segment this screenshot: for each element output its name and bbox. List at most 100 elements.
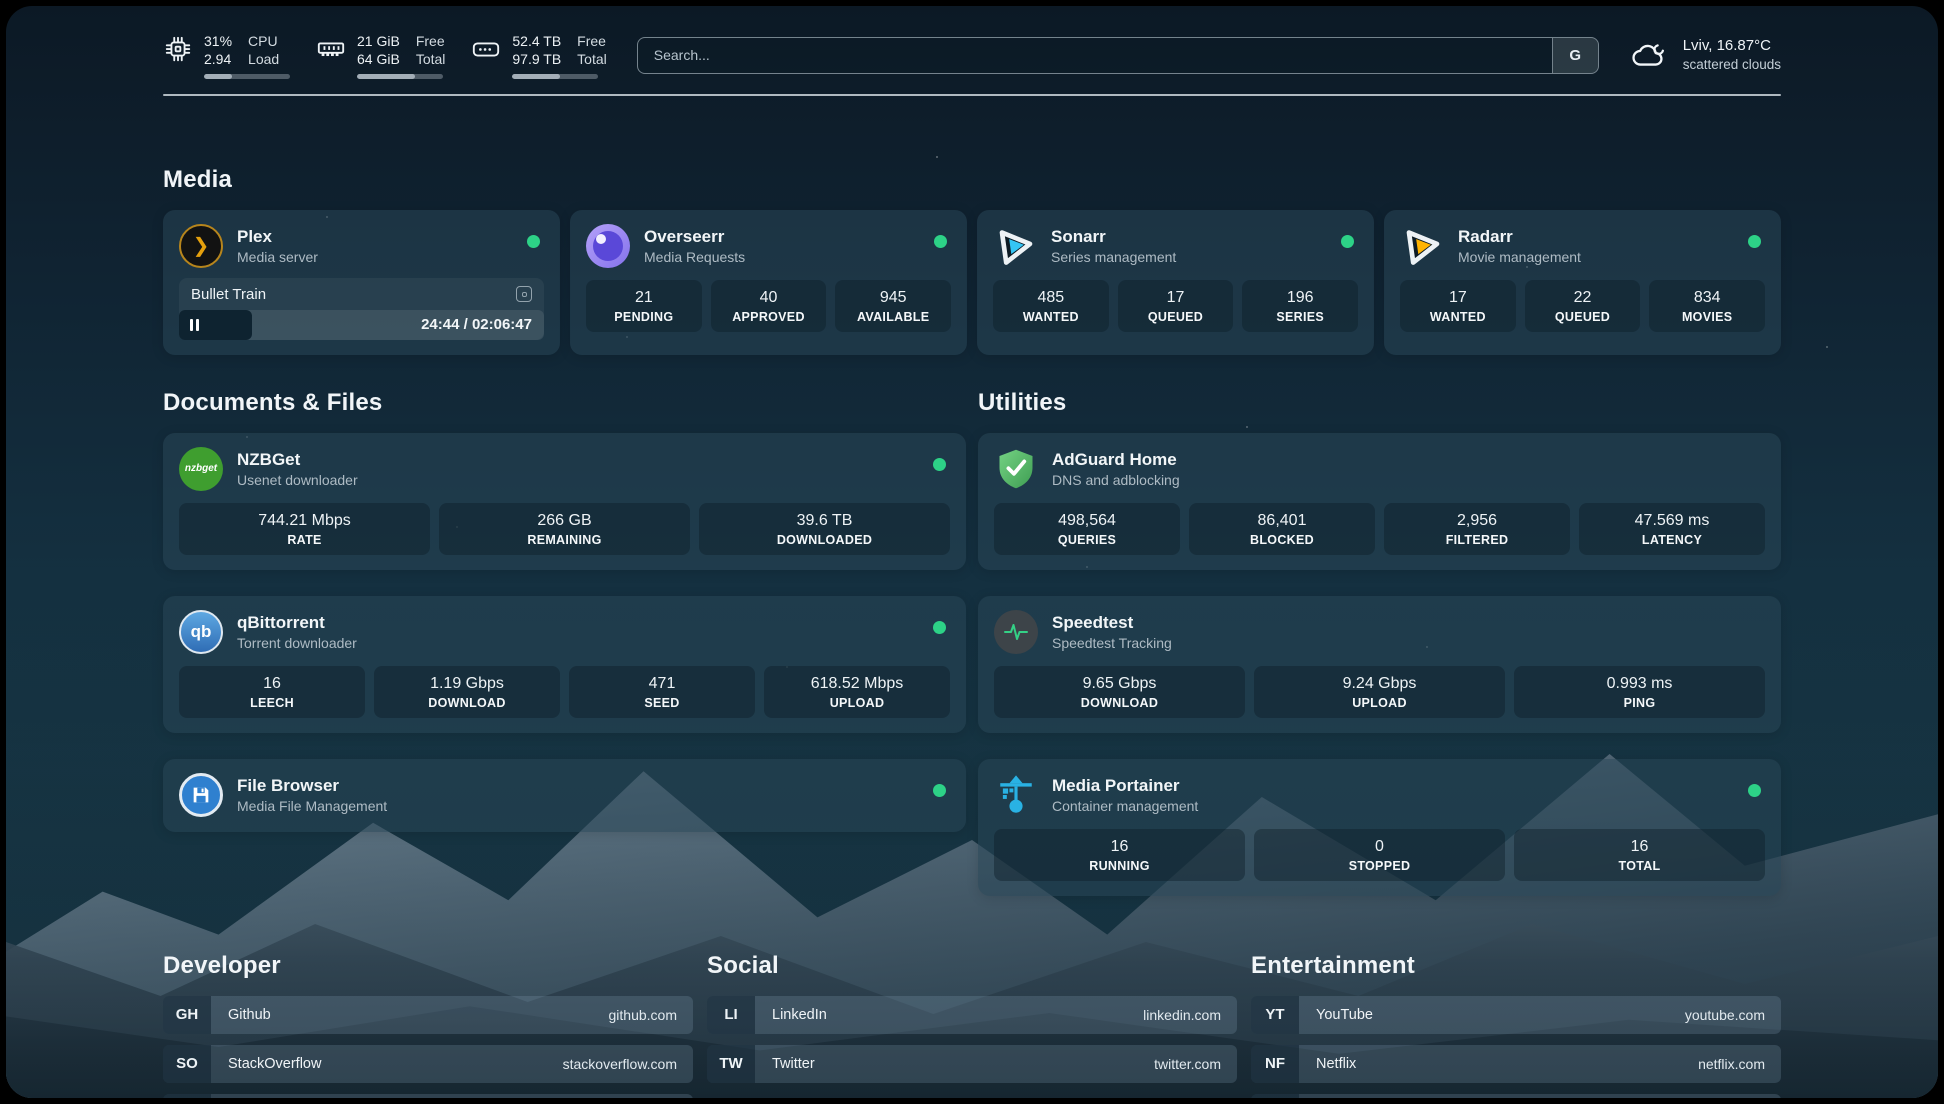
memory-stat: 21 GiB 64 GiB Free Total xyxy=(316,32,445,79)
cpu-usage-bar xyxy=(204,74,290,79)
app-subtitle: Container management xyxy=(1052,797,1198,815)
stat-seed: 471 SEED xyxy=(569,666,755,718)
bookmark-name: StackOverflow xyxy=(228,1056,321,1072)
disk-free: 52.4 TB xyxy=(512,32,561,50)
app-card-sonarr[interactable]: Sonarr Series management 485 WANTED 17 Q… xyxy=(977,210,1374,355)
stat-running: 16 RUNNING xyxy=(994,829,1245,881)
app-card-speedtest[interactable]: Speedtest Speedtest Tracking 9.65 Gbps D… xyxy=(978,596,1781,733)
stat-queries: 498,564 QUERIES xyxy=(994,503,1180,555)
app-name: Media Portainer xyxy=(1052,775,1198,797)
ram-total: 64 GiB xyxy=(357,50,400,68)
cloud-moon-icon xyxy=(1629,37,1671,73)
adguard-icon xyxy=(994,447,1038,491)
stat-available: 945 AVAILABLE xyxy=(835,280,951,332)
bookmark-youtube[interactable]: YT YouTube youtube.com xyxy=(1251,996,1781,1034)
app-name: Overseerr xyxy=(644,226,745,248)
ram-usage-bar xyxy=(357,74,443,79)
stat-rate: 744.21 Mbps RATE xyxy=(179,503,430,555)
status-dot xyxy=(527,235,540,248)
bookmark-stackoverflow[interactable]: SO StackOverflow stackoverflow.com xyxy=(163,1045,693,1083)
stat-downloaded: 39.6 TB DOWNLOADED xyxy=(699,503,950,555)
app-card-adguard[interactable]: AdGuard Home DNS and adblocking 498,564 … xyxy=(978,433,1781,570)
app-subtitle: Movie management xyxy=(1458,248,1581,266)
stat-ping: 0.993 ms PING xyxy=(1514,666,1765,718)
bookmark-group-entertainment: Entertainment YT YouTube youtube.com NF … xyxy=(1251,952,1781,1098)
speedtest-icon xyxy=(994,610,1038,654)
stat-upload: 618.52 Mbps UPLOAD xyxy=(764,666,950,718)
stat-latency: 47.569 ms LATENCY xyxy=(1579,503,1765,555)
bookmark-github[interactable]: GH Github github.com xyxy=(163,996,693,1034)
qbittorrent-icon: qb xyxy=(179,610,223,654)
system-stats: 31% 2.94 CPU Load xyxy=(163,32,607,79)
app-subtitle: DNS and adblocking xyxy=(1052,471,1180,489)
status-dot xyxy=(933,621,946,634)
app-card-overseerr[interactable]: Overseerr Media Requests 21 PENDING 40 A… xyxy=(570,210,967,355)
stat-download: 1.19 Gbps DOWNLOAD xyxy=(374,666,560,718)
playback-progress-bar[interactable]: 24:44 / 02:06:47 xyxy=(179,310,544,340)
disk-stat: 52.4 TB 97.9 TB Free Total xyxy=(471,32,606,79)
app-card-radarr[interactable]: Radarr Movie management 17 WANTED 22 QUE… xyxy=(1384,210,1781,355)
bookmark-url: netflix.com xyxy=(1698,1056,1765,1072)
app-card-plex[interactable]: ❯ Plex Media server Bullet Train xyxy=(163,210,560,355)
stat-approved: 40 APPROVED xyxy=(711,280,827,332)
bookmark-twitter[interactable]: TW Twitter twitter.com xyxy=(707,1045,1237,1083)
bookmark-group-social: Social LI LinkedIn linkedin.com TW Twitt… xyxy=(707,952,1237,1098)
stat-series: 196 SERIES xyxy=(1242,280,1358,332)
app-subtitle: Media File Management xyxy=(237,797,387,815)
search-input[interactable] xyxy=(638,38,1552,73)
dashboard-window: 31% 2.94 CPU Load xyxy=(6,6,1938,1098)
section-title-utilities: Utilities xyxy=(978,389,1781,417)
ram-icon xyxy=(316,32,346,66)
stat-download: 9.65 Gbps DOWNLOAD xyxy=(994,666,1245,718)
section-title-media: Media xyxy=(163,166,1781,194)
stat-leech: 16 LEECH xyxy=(179,666,365,718)
bookmark-abbr: RE xyxy=(1251,1094,1299,1098)
app-name: NZBGet xyxy=(237,449,358,471)
section-title-developer: Developer xyxy=(163,952,693,980)
bookmark-abbr: TW xyxy=(707,1045,755,1083)
app-name: Radarr xyxy=(1458,226,1581,248)
app-name: Plex xyxy=(237,226,318,248)
bookmark-abbr: LI xyxy=(707,996,755,1034)
bookmark-name: Twitter xyxy=(772,1056,815,1072)
app-name: AdGuard Home xyxy=(1052,449,1180,471)
stat-total: 16 TOTAL xyxy=(1514,829,1765,881)
search-engine-button[interactable]: G xyxy=(1552,38,1598,73)
search-bar: G xyxy=(637,37,1599,74)
status-dot xyxy=(933,458,946,471)
app-card-qbittorrent[interactable]: qb qBittorrent Torrent downloader 16 LEE… xyxy=(163,596,966,733)
weather-condition: scattered clouds xyxy=(1683,56,1781,74)
sonarr-icon xyxy=(993,224,1037,268)
app-card-filebrowser[interactable]: File Browser Media File Management xyxy=(163,759,966,832)
header-divider xyxy=(163,94,1781,96)
bookmark-netflix[interactable]: NF Netflix netflix.com xyxy=(1251,1045,1781,1083)
bookmark-url: linkedin.com xyxy=(1143,1007,1221,1023)
app-subtitle: Media Requests xyxy=(644,248,745,266)
top-bar: 31% 2.94 CPU Load xyxy=(163,6,1781,79)
radarr-icon xyxy=(1400,224,1444,268)
bookmark-linkedin[interactable]: LI LinkedIn linkedin.com xyxy=(707,996,1237,1034)
stat-queued: 22 QUEUED xyxy=(1525,280,1641,332)
bookmark-name: Netflix xyxy=(1316,1056,1356,1072)
bookmark-abbr: GH xyxy=(163,996,211,1034)
app-card-portainer[interactable]: Media Portainer Container management 16 … xyxy=(978,759,1781,896)
status-dot xyxy=(1748,784,1761,797)
stat-filtered: 2,956 FILTERED xyxy=(1384,503,1570,555)
app-name: Sonarr xyxy=(1051,226,1176,248)
status-dot xyxy=(933,784,946,797)
app-name: qBittorrent xyxy=(237,612,357,634)
app-subtitle: Media server xyxy=(237,248,318,266)
app-subtitle: Usenet downloader xyxy=(237,471,358,489)
bookmark-reddit[interactable]: RE Reddit reddit.com xyxy=(1251,1094,1781,1098)
disk-icon xyxy=(471,32,501,66)
now-playing-title: Bullet Train xyxy=(191,286,266,303)
stat-stopped: 0 STOPPED xyxy=(1254,829,1505,881)
filebrowser-icon xyxy=(179,773,223,817)
app-subtitle: Torrent downloader xyxy=(237,634,357,652)
bookmark-abbr: SO xyxy=(163,1045,211,1083)
app-card-nzbget[interactable]: nzbget NZBGet Usenet downloader 744.21 M… xyxy=(163,433,966,570)
app-subtitle: Speedtest Tracking xyxy=(1052,634,1172,652)
stat-upload: 9.24 Gbps UPLOAD xyxy=(1254,666,1505,718)
bookmark-dev[interactable]: DT DEV dev.to xyxy=(163,1094,693,1098)
bookmark-abbr: DT xyxy=(163,1094,211,1098)
